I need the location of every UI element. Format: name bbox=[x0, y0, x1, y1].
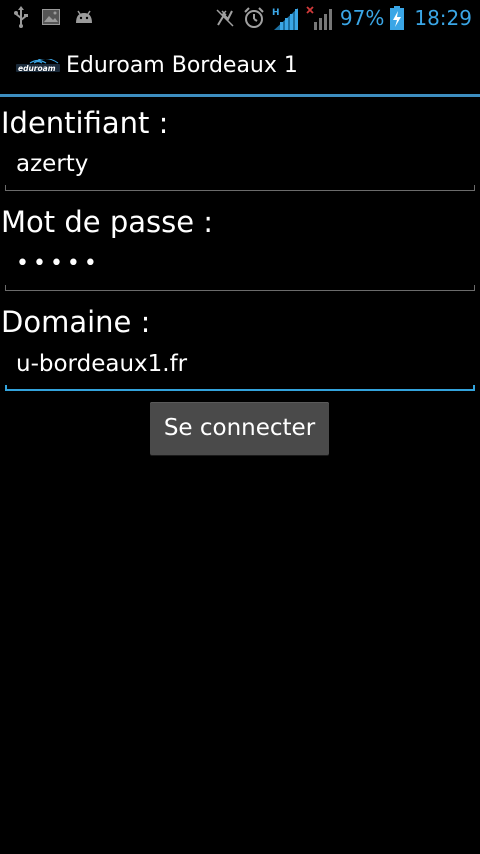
domain-underline bbox=[5, 389, 475, 391]
screenshot-icon bbox=[42, 9, 60, 25]
domain-value: u-bordeaux1.fr bbox=[16, 351, 188, 377]
battery-percent: 97% bbox=[339, 6, 385, 30]
svg-text:H: H bbox=[272, 8, 280, 18]
battery-charging-icon bbox=[390, 6, 405, 30]
screen: H 97% 18:29 eduroam Eduroam Bordeaux 1 I… bbox=[0, 0, 480, 854]
action-bar-divider bbox=[0, 94, 480, 97]
action-bar: eduroam Eduroam Bordeaux 1 bbox=[0, 36, 480, 94]
eduroam-logo-icon: eduroam bbox=[16, 58, 60, 73]
domain-label: Domaine : bbox=[1, 305, 151, 339]
svg-text:eduroam: eduroam bbox=[18, 64, 56, 73]
password-field[interactable]: ••••• bbox=[5, 243, 475, 291]
app-title: Eduroam Bordeaux 1 bbox=[66, 53, 298, 78]
identifiant-label: Identifiant : bbox=[1, 106, 169, 140]
connect-button[interactable]: Se connecter bbox=[150, 402, 329, 455]
identifiant-underline bbox=[5, 190, 475, 191]
password-tick-left bbox=[5, 285, 6, 291]
identifiant-field[interactable]: azerty bbox=[5, 143, 475, 191]
password-underline bbox=[5, 290, 475, 291]
status-bar-system: H 97% 18:29 bbox=[208, 4, 472, 32]
status-bar: H 97% 18:29 bbox=[0, 0, 480, 36]
signal-no-data-icon bbox=[306, 6, 334, 30]
domain-field[interactable]: u-bordeaux1.fr bbox=[5, 343, 475, 391]
alarm-icon bbox=[242, 6, 266, 30]
clock: 18:29 bbox=[414, 6, 472, 30]
android-icon bbox=[74, 9, 94, 25]
password-label: Mot de passe : bbox=[1, 205, 214, 239]
identifiant-value: azerty bbox=[16, 151, 89, 177]
domain-tick-left bbox=[5, 385, 7, 391]
domain-tick-right bbox=[473, 385, 475, 391]
identifiant-tick-left bbox=[5, 185, 6, 191]
identifiant-tick-right bbox=[474, 185, 475, 191]
usb-icon bbox=[14, 6, 28, 28]
password-value: ••••• bbox=[16, 251, 101, 276]
no-gps-icon bbox=[214, 7, 236, 29]
password-tick-right bbox=[474, 285, 475, 291]
status-bar-notifications bbox=[14, 6, 108, 28]
signal-h-icon: H bbox=[272, 6, 300, 30]
